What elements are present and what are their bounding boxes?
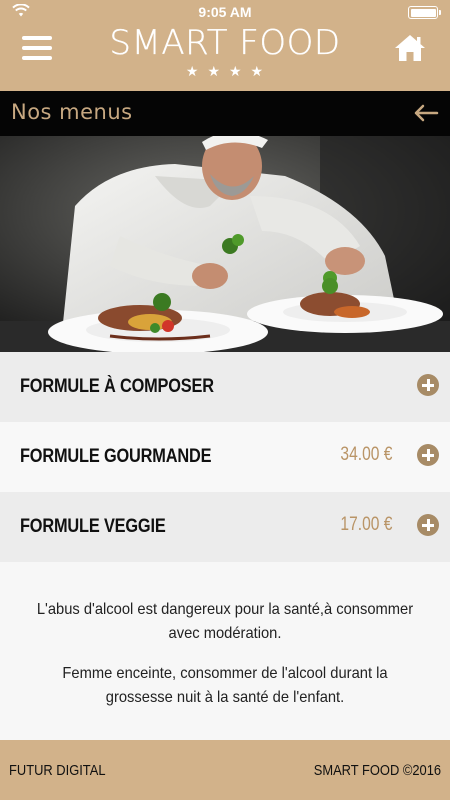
menu-item-name: FORMULE GOURMANDE xyxy=(20,446,212,467)
plus-circle-icon[interactable] xyxy=(417,374,439,396)
alcohol-warning: L'abus d'alcool est dangereux pour la sa… xyxy=(36,601,414,642)
menu-list: FORMULE À COMPOSER FORMULE GOURMANDE 34.… xyxy=(0,352,450,562)
page-title: Nos menus xyxy=(11,100,133,124)
app-header: 9:05 AM SMART FOOD ★★★★ xyxy=(0,0,450,91)
brand-stars: ★★★★ xyxy=(185,63,273,79)
menu-item-name: FORMULE VEGGIE xyxy=(20,516,166,537)
home-icon[interactable] xyxy=(394,34,426,62)
menu-item[interactable]: FORMULE GOURMANDE 34.00 € xyxy=(0,422,450,492)
battery-icon xyxy=(408,6,441,19)
status-time: 9:05 AM xyxy=(198,4,252,20)
legal-notice: L'abus d'alcool est dangereux pour la sa… xyxy=(0,562,450,740)
plus-circle-icon[interactable] xyxy=(417,514,439,536)
arrow-left-icon[interactable] xyxy=(412,100,440,126)
brand-logo: SMART FOOD ★★★★ xyxy=(100,24,350,80)
footer-copyright: SMART FOOD ©2016 xyxy=(313,762,441,779)
menu-item-name: FORMULE À COMPOSER xyxy=(20,376,214,397)
plus-circle-icon[interactable] xyxy=(417,444,439,466)
menu-item-price: 34.00 € xyxy=(340,444,392,465)
brand-name: SMART FOOD xyxy=(109,23,341,63)
menu-item[interactable]: FORMULE VEGGIE 17.00 € xyxy=(0,492,450,562)
hero-image xyxy=(0,136,450,352)
hamburger-menu-icon[interactable] xyxy=(22,36,52,60)
status-bar: 9:05 AM xyxy=(0,0,450,24)
footer-company: FUTUR DIGITAL xyxy=(9,762,106,779)
pregnancy-warning: Femme enceinte, consommer de l'alcool du… xyxy=(62,665,388,706)
app-footer: FUTUR DIGITAL SMART FOOD ©2016 xyxy=(0,740,450,800)
section-bar: Nos menus xyxy=(0,91,450,136)
menu-item-price: 17.00 € xyxy=(340,514,392,535)
menu-item[interactable]: FORMULE À COMPOSER xyxy=(0,352,450,422)
